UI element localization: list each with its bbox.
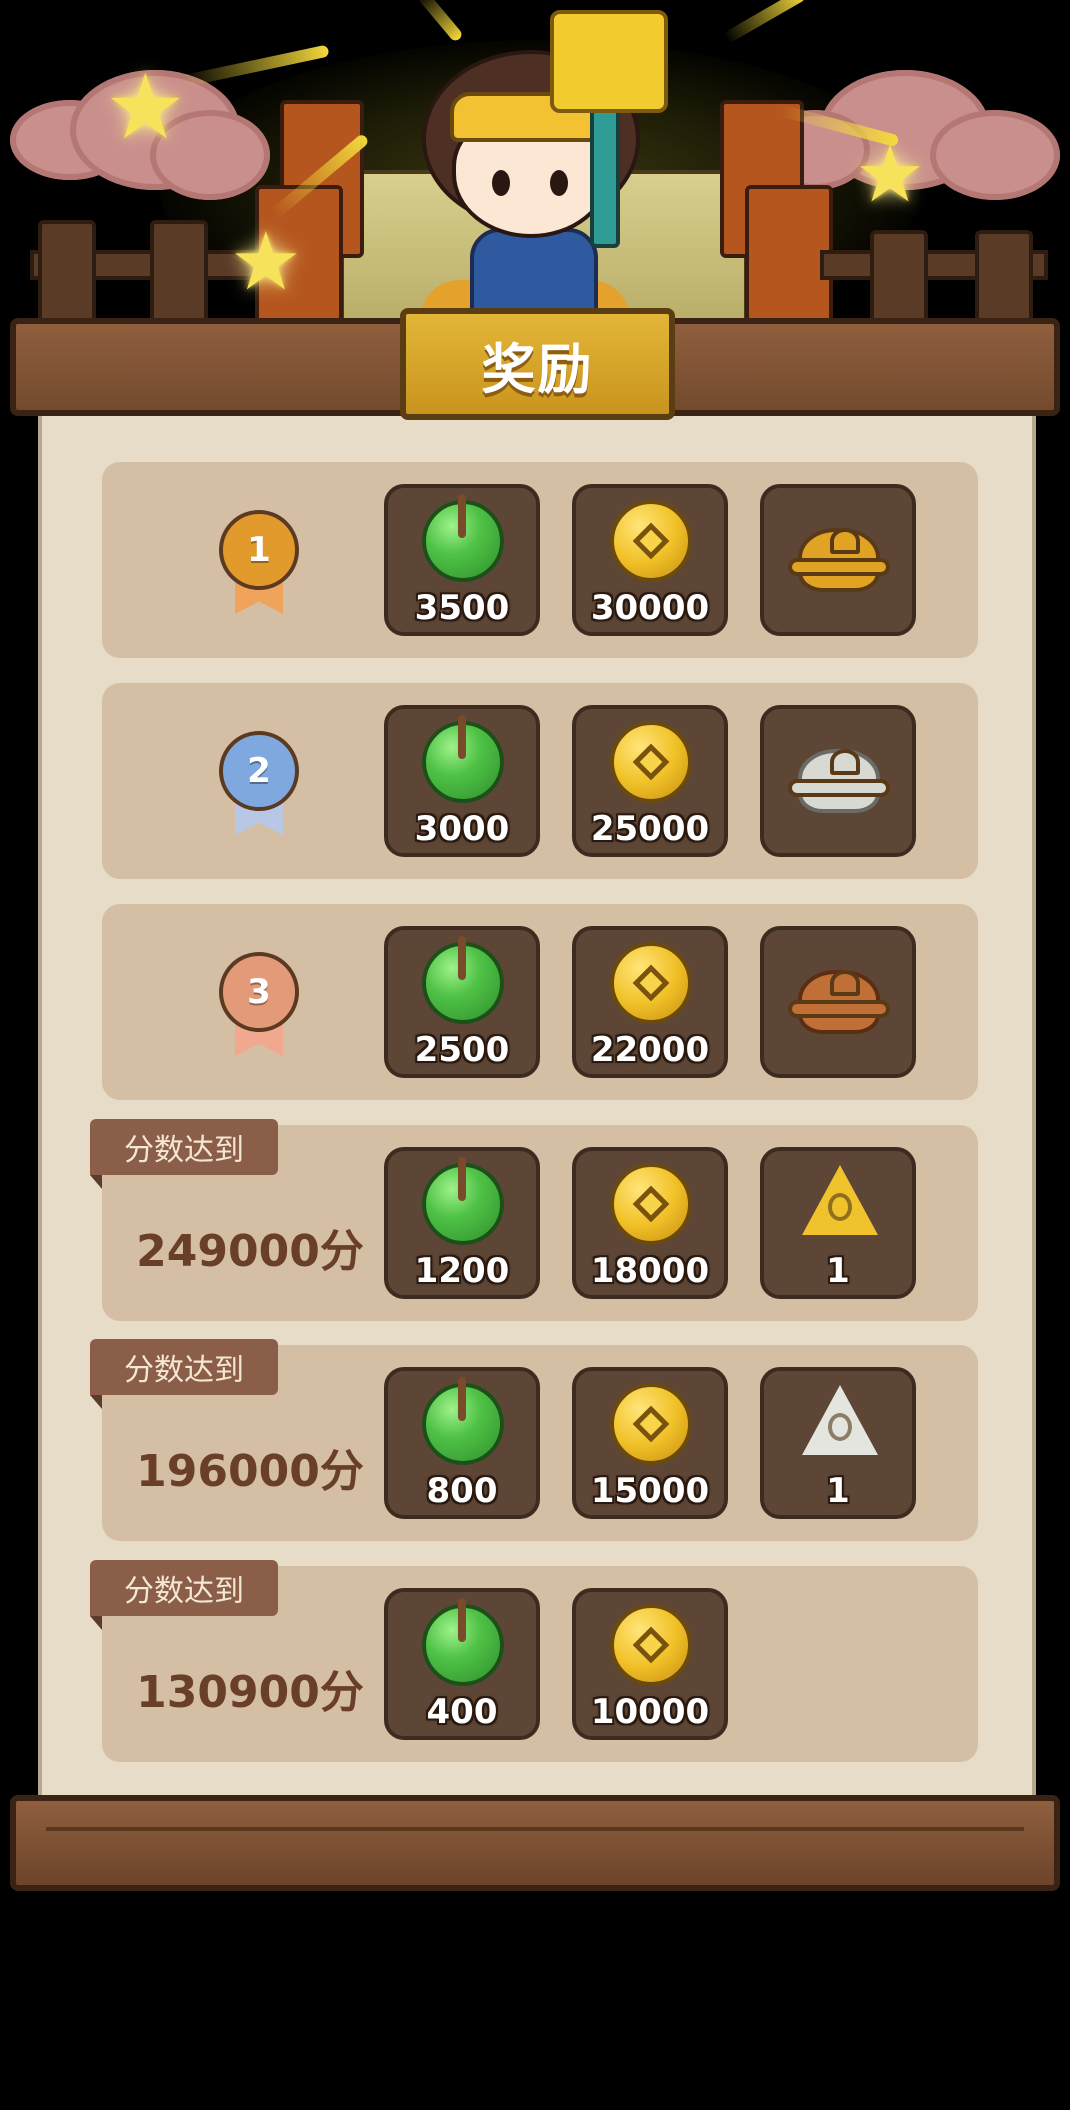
rank-3-medal-icon: 3 xyxy=(217,952,301,1058)
reward-quantity: 400 xyxy=(426,1692,498,1732)
reward-quantity: 1 xyxy=(826,1471,850,1511)
hammer-head xyxy=(550,10,668,113)
score-threshold: 249000分 xyxy=(136,1226,364,1277)
jade-icon xyxy=(422,1377,504,1465)
medal-disc: 3 xyxy=(219,952,299,1032)
jade-icon xyxy=(422,936,504,1024)
score-row-1: 分数达到 249000分 1200 18000 1 xyxy=(90,1119,978,1321)
gold-talisman-icon xyxy=(802,1165,878,1235)
star-streak xyxy=(723,0,807,44)
gold-censer-icon xyxy=(788,528,890,592)
score-tag: 分数达到 xyxy=(90,1560,278,1630)
reward-quantity: 800 xyxy=(426,1471,498,1511)
bronze-censer-icon xyxy=(788,970,890,1034)
reward-slot[interactable]: 15000 xyxy=(572,1367,728,1519)
jade-icon xyxy=(422,1157,504,1245)
rank-number: 2 xyxy=(247,751,271,791)
coin-icon xyxy=(610,1163,692,1245)
reward-slot[interactable] xyxy=(760,484,916,636)
silver-censer-icon xyxy=(788,749,890,813)
rank-number: 3 xyxy=(247,972,271,1012)
reward-quantity: 18000 xyxy=(590,1251,710,1291)
reward-slot[interactable]: 10000 xyxy=(572,1588,728,1740)
reward-slot[interactable]: 18000 xyxy=(572,1147,728,1299)
fence-post xyxy=(150,220,208,328)
reward-quantity: 10000 xyxy=(590,1692,710,1732)
score-tag: 分数达到 xyxy=(90,1339,278,1409)
reward-slot[interactable]: 1 xyxy=(760,1367,916,1519)
jade-icon xyxy=(422,494,504,582)
reward-quantity: 25000 xyxy=(590,809,710,849)
silver-talisman-icon xyxy=(802,1385,878,1455)
fence-post xyxy=(975,230,1033,328)
score-row-2: 分数达到 196000分 800 15000 1 xyxy=(90,1339,978,1541)
blossom-tree-right xyxy=(930,110,1060,200)
top-scene: ★ ★ ★ xyxy=(0,0,1070,330)
reward-slot[interactable]: 3500 xyxy=(384,484,540,636)
score-tag: 分数达到 xyxy=(90,1119,278,1189)
reward-slot[interactable]: 1 xyxy=(760,1147,916,1299)
reward-slot[interactable]: 800 xyxy=(384,1367,540,1519)
medal-disc: 1 xyxy=(219,510,299,590)
reward-slot[interactable] xyxy=(760,705,916,857)
reward-slot[interactable] xyxy=(760,926,916,1078)
reward-slot[interactable]: 25000 xyxy=(572,705,728,857)
reward-quantity: 1200 xyxy=(414,1251,510,1291)
reward-quantity: 15000 xyxy=(590,1471,710,1511)
rank-number: 1 xyxy=(247,530,271,570)
rank-row-3: 3 2500 22000 xyxy=(102,904,978,1100)
reward-slot[interactable]: 2500 xyxy=(384,926,540,1078)
jade-icon xyxy=(422,1598,504,1686)
reward-slot[interactable]: 400 xyxy=(384,1588,540,1740)
hero-character xyxy=(400,10,668,326)
talisman-mark xyxy=(828,1193,852,1221)
character-eye xyxy=(550,170,568,196)
character-eye xyxy=(492,170,510,196)
coin-icon xyxy=(610,721,692,803)
rank-row-1: 1 3500 30000 xyxy=(102,462,978,658)
score-row-3: 分数达到 130900分 400 10000 xyxy=(90,1560,978,1762)
star-icon: ★ xyxy=(230,215,302,308)
jade-icon xyxy=(422,715,504,803)
coin-icon xyxy=(610,1383,692,1465)
reward-quantity: 22000 xyxy=(590,1030,710,1070)
board-footer-plank xyxy=(10,1795,1060,1891)
fence-post xyxy=(38,220,96,328)
reward-slot[interactable]: 3000 xyxy=(384,705,540,857)
fence-post xyxy=(870,230,928,328)
coin-icon xyxy=(610,500,692,582)
star-icon: ★ xyxy=(105,55,186,160)
reward-quantity: 3500 xyxy=(414,588,510,628)
talisman-mark xyxy=(828,1413,852,1441)
page-title: 奖励 xyxy=(481,337,594,401)
coin-icon xyxy=(610,942,692,1024)
score-threshold: 196000分 xyxy=(136,1446,364,1497)
reward-slot[interactable]: 30000 xyxy=(572,484,728,636)
reward-slot[interactable]: 1200 xyxy=(384,1147,540,1299)
reward-slot[interactable]: 22000 xyxy=(572,926,728,1078)
medal-disc: 2 xyxy=(219,731,299,811)
score-threshold: 130900分 xyxy=(136,1667,364,1718)
reward-quantity: 1 xyxy=(826,1251,850,1291)
title-plaque: 奖励 xyxy=(400,308,675,420)
coin-icon xyxy=(610,1604,692,1686)
reward-quantity: 30000 xyxy=(590,588,710,628)
rank-row-2: 2 3000 25000 xyxy=(102,683,978,879)
reward-quantity: 3000 xyxy=(414,809,510,849)
rank-1-medal-icon: 1 xyxy=(217,510,301,616)
rank-2-medal-icon: 2 xyxy=(217,731,301,837)
hammer-handle xyxy=(590,90,620,248)
reward-quantity: 2500 xyxy=(414,1030,510,1070)
